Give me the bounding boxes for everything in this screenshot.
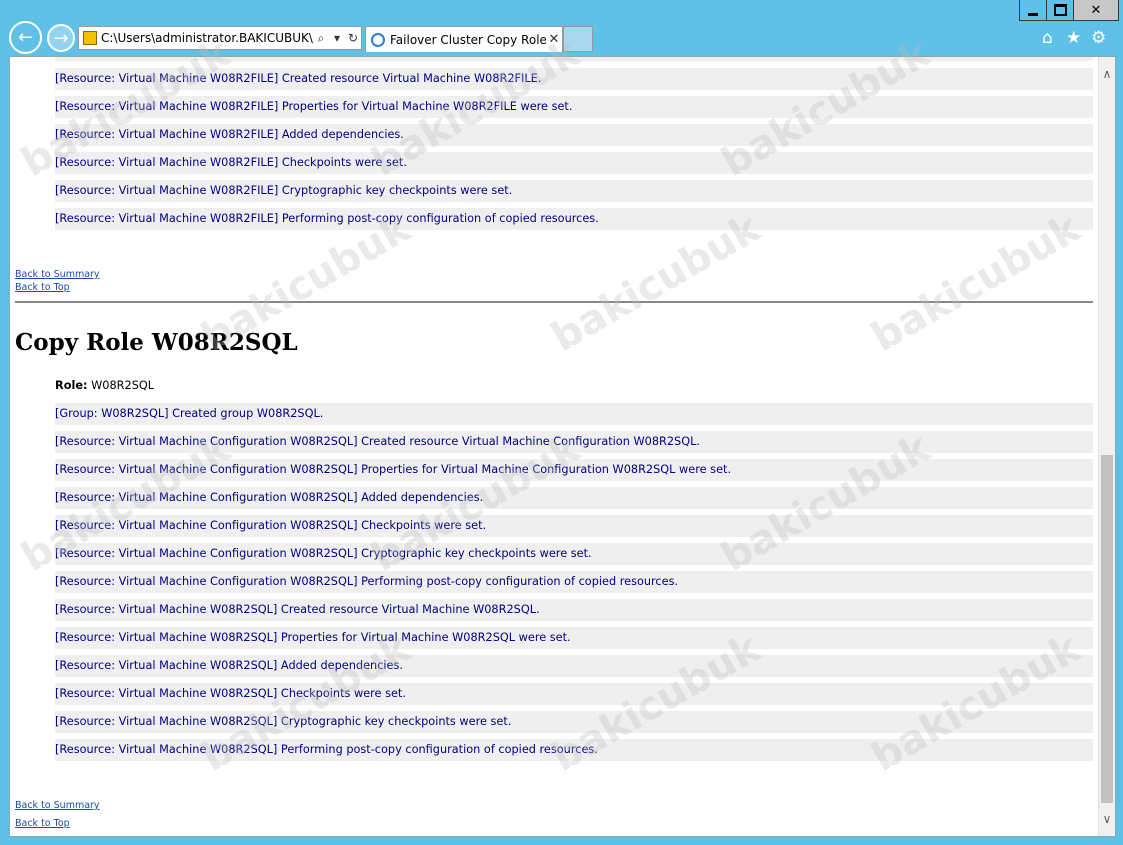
list-item: [Resource: Virtual Machine W08R2FILE] Pr… bbox=[55, 96, 1093, 118]
list-item: [Resource: Virtual Machine W08R2FILE] Cr… bbox=[55, 68, 1093, 90]
tab-failover-cluster[interactable]: Failover Cluster Copy Roles ... ✕ bbox=[365, 26, 563, 52]
back-to-top-link[interactable]: Back to Top bbox=[15, 818, 70, 829]
ie-icon bbox=[371, 32, 385, 47]
list-item: [Resource: Virtual Machine W08R2SQL] Pro… bbox=[55, 627, 1093, 649]
list-item: [Resource: Virtual Machine W08R2SQL] Cry… bbox=[55, 711, 1093, 733]
list-item: [Resource: Virtual Machine W08R2FILE] Ch… bbox=[55, 152, 1093, 174]
list-item: [Resource: Virtual Machine W08R2FILE] Pe… bbox=[55, 208, 1093, 230]
vertical-scrollbar[interactable]: ∧ ∨ bbox=[1098, 57, 1115, 836]
favorites-star-icon[interactable]: ★ bbox=[1066, 28, 1081, 48]
list-item: [Resource: Virtual Machine W08R2SQL] Per… bbox=[55, 739, 1093, 761]
list-item: [Resource: Virtual Machine W08R2SQL] Che… bbox=[55, 683, 1093, 705]
new-tab-button[interactable] bbox=[563, 26, 593, 52]
list-item: [Resource: Virtual Machine Configuration… bbox=[55, 515, 1093, 537]
role-line: Role: W08R2SQL bbox=[55, 379, 154, 392]
page-favicon-icon bbox=[83, 31, 97, 45]
gear-icon[interactable]: ⚙ bbox=[1091, 28, 1106, 48]
list-item: [Resource: Virtual Machine Configuration… bbox=[55, 543, 1093, 565]
list-item: [Resource: Virtual Machine Configuration… bbox=[55, 431, 1093, 453]
list-item: [Resource: Virtual Machine W08R2SQL] Cre… bbox=[55, 599, 1093, 621]
dropdown-icon[interactable]: ▾ bbox=[329, 31, 345, 45]
tab-close-icon[interactable]: ✕ bbox=[546, 32, 562, 47]
scroll-down-icon[interactable]: ∨ bbox=[1099, 812, 1115, 826]
back-to-summary-link[interactable]: Back to Summary bbox=[15, 269, 100, 280]
address-bar[interactable]: C:\Users\administrator.BAKICUBUK\Ap ⌕ ▾ … bbox=[78, 26, 362, 50]
role-label: Role: bbox=[55, 379, 88, 392]
list-item: [Resource: Virtual Machine W08R2FILE] Cr… bbox=[55, 180, 1093, 202]
back-button[interactable]: ← bbox=[9, 21, 42, 54]
maximize-icon bbox=[1053, 4, 1067, 16]
minimize-icon bbox=[1028, 12, 1038, 16]
tab-title: Failover Cluster Copy Roles ... bbox=[390, 32, 546, 47]
list-item: [Resource: Virtual Machine Configuration… bbox=[55, 459, 1093, 481]
forward-button[interactable]: → bbox=[47, 24, 75, 52]
close-icon: ✕ bbox=[1090, 2, 1102, 18]
list-item bbox=[55, 57, 1093, 61]
section-divider bbox=[15, 301, 1093, 303]
forward-arrow-icon: → bbox=[53, 27, 69, 49]
list-item: [Resource: Virtual Machine W08R2FILE] Ad… bbox=[55, 124, 1093, 146]
role-value: W08R2SQL bbox=[91, 379, 155, 392]
list-item: [Group: W08R2SQL] Created group W08R2SQL… bbox=[55, 403, 1093, 425]
home-icon[interactable]: ⌂ bbox=[1042, 28, 1053, 48]
window-controls: ✕ bbox=[1019, 0, 1119, 21]
minimize-button[interactable] bbox=[1019, 0, 1047, 21]
close-button[interactable]: ✕ bbox=[1074, 0, 1119, 21]
maximize-button[interactable] bbox=[1047, 0, 1074, 21]
list-item: [Resource: Virtual Machine Configuration… bbox=[55, 571, 1093, 593]
address-url[interactable]: C:\Users\administrator.BAKICUBUK\Ap bbox=[101, 31, 313, 45]
section-heading: Copy Role W08R2SQL bbox=[15, 329, 298, 356]
list-item: [Resource: Virtual Machine Configuration… bbox=[55, 487, 1093, 509]
back-to-top-link[interactable]: Back to Top bbox=[15, 282, 70, 293]
scrollbar-thumb[interactable] bbox=[1101, 455, 1113, 803]
list-item: [Resource: Virtual Machine W08R2SQL] Add… bbox=[55, 655, 1093, 677]
search-icon[interactable]: ⌕ bbox=[313, 31, 329, 46]
page-viewport[interactable]: [Resource: Virtual Machine W08R2FILE] Cr… bbox=[9, 56, 1116, 837]
scroll-up-icon[interactable]: ∧ bbox=[1099, 67, 1115, 81]
refresh-icon[interactable]: ↻ bbox=[345, 31, 361, 45]
back-arrow-icon: ← bbox=[17, 27, 34, 48]
back-to-summary-link[interactable]: Back to Summary bbox=[15, 800, 100, 811]
browser-chrome: ✕ ← → C:\Users\administrator.BAKICUBUK\A… bbox=[0, 0, 1123, 56]
